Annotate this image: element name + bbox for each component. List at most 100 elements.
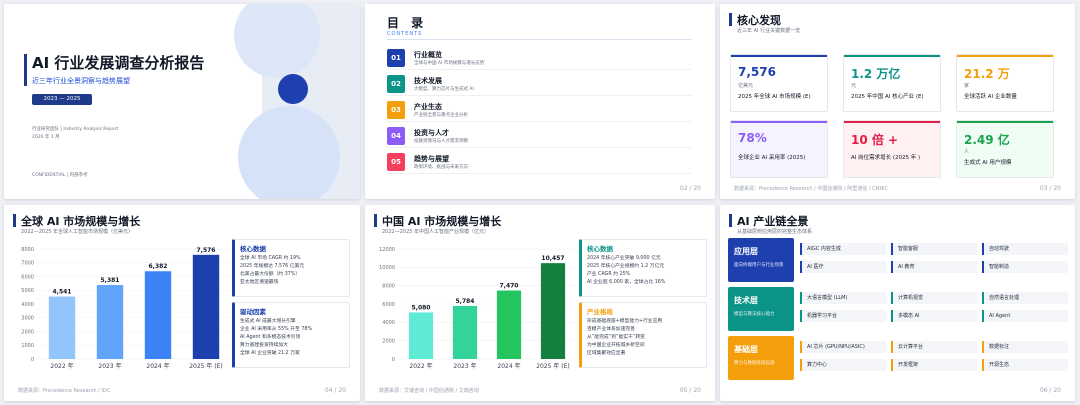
toc-item[interactable]: 01 行业概览 全球与中国 AI 市场规模与增长态势 (387, 46, 692, 70)
slide-key-findings[interactable]: 核心发现 近三年 AI 行业关键数据一览 数据来源：Precedence Res… (720, 4, 1075, 199)
chain-item: 开源生态 (982, 359, 1068, 371)
x-tick-label: 2024 年 (497, 362, 520, 370)
slide-global-market[interactable]: 全球 AI 市场规模与增长 2022—2025 年全球人工智能市场规模（亿美元）… (4, 205, 360, 401)
chain-item: 云计算平台 (891, 341, 977, 353)
report-title: AI 行业发展调查分析报告 (32, 54, 205, 72)
drivers-box: 驱动因素 生成式 AI 成最大增长引擎 企业 AI 采用率从 55% 升至 78%… (232, 302, 350, 368)
page-number: 04 / 20 (324, 387, 346, 394)
slide-subtitle: 近三年 AI 行业关键数据一览 (737, 28, 801, 34)
card-accent (844, 55, 940, 57)
slide-subtitle: 从基础层到应用层的完整生态体系 (737, 229, 813, 235)
layer-description: 模型与算法核心能力 (734, 312, 775, 317)
bullet-line: 为中国企业开拓城乡新空间 (587, 343, 645, 348)
bar-value-label: 5,381 (101, 277, 120, 284)
card-accent (731, 55, 827, 57)
slide-title: AI 产业链全景 (737, 215, 809, 228)
drivers-heading: 驱动因素 (240, 308, 266, 316)
layer-label[interactable]: 应用层 面向终端用户与行业场景 (728, 238, 794, 282)
chain-item: 智能制造 (982, 261, 1068, 273)
bar (496, 290, 522, 359)
decor-circle-top (234, 4, 320, 78)
toc-item[interactable]: 05 趋势与展望 政策环境、挑战与未来方向 (387, 150, 692, 174)
bullet-line: 区域集聚效应显著 (587, 351, 626, 356)
industry-pattern-lines: 形成基础底座+模型能力+行业应用 百模产业体系加速完善 从“能完成”到“能实干”转变… (587, 318, 701, 358)
title-accent-bar (729, 214, 732, 227)
chain-item: AI Agent (982, 310, 1068, 322)
layer-name: 技术层 (734, 296, 758, 305)
bullet-line: 2025 年核心产业规模约 1.2 万亿元 (587, 264, 665, 269)
bar (192, 254, 220, 359)
chain-item: 自然语言处理 (982, 292, 1068, 304)
toc-label: 技术发展 (414, 77, 442, 85)
core-data-box: 核心数据 全球 AI 市场 CAGR 约 19% 2025 年规模达 7,576 … (232, 239, 350, 297)
layer-label[interactable]: 技术层模型与算法核心能力 (728, 287, 794, 331)
core-data-box: 核心数据 2024 年核心产业突破 9,000 亿元 2025 年核心产业规模约 … (579, 239, 707, 297)
core-data-heading: 核心数据 (587, 245, 613, 253)
slide-industry-chain[interactable]: AI 产业链全景 从基础层到应用层的完整生态体系 06 / 20 应用层 面向终端… (720, 205, 1075, 401)
card-accent (731, 121, 827, 123)
y-tick-label: 4000 (21, 302, 34, 308)
card-unit: 元 (851, 83, 857, 89)
toc-description: 投融资情况与人才需求洞察 (414, 139, 468, 144)
x-tick-label: 2025 年 (E) (189, 362, 223, 370)
chain-item: 机器学习平台 (800, 310, 886, 322)
bar-value-label: 10,457 (541, 255, 564, 262)
slide-title: 全球 AI 市场规模与增长 (21, 215, 141, 228)
bar-value-label: 7,470 (500, 283, 519, 290)
y-tick-label: 3000 (21, 316, 34, 322)
toc-item[interactable]: 04 投资与人才 投融资情况与人才需求洞察 (387, 124, 692, 148)
chain-item: 多模态 AI (891, 310, 977, 322)
layer-description: 面向终端用户与行业场景 (734, 263, 784, 268)
bar (96, 285, 124, 359)
toc-label: 趋势与展望 (414, 155, 449, 163)
toc-label: 投资与人才 (414, 129, 449, 137)
card-accent (957, 121, 1053, 123)
toc-label: 行业概览 (414, 51, 442, 59)
slide-contents[interactable]: 目 录 CONTENTS 02 / 20 01 行业概览 全球与中国 AI 市场规模… (365, 4, 715, 199)
bullet-line: 从“能完成”到“能实干”转变 (587, 335, 645, 340)
core-data-heading: 核心数据 (240, 245, 266, 253)
layer-description: 算力与数据基础设施 (734, 361, 775, 366)
title-accent-bar (24, 54, 27, 86)
slide-subtitle: 2022—2025 年全球人工智能市场规模（亿美元） (21, 229, 134, 235)
finding-card: 1.2 万亿元 2025 年中国 AI 核心产业 (E) (843, 54, 941, 112)
chain-item: AI 教育 (891, 261, 977, 273)
finding-card: 10 倍 + AI 岗位需求增长 (2025 年 ) (843, 120, 941, 178)
china-market-bar-chart: 0 2000 4000 6000 8000 10000 12000 5,080 2022 年 5,… (379, 247, 575, 370)
report-date: 2026 年 1 月 (32, 135, 60, 140)
card-description: AI 岗位需求增长 (2025 年 ) (851, 155, 921, 161)
card-description: 2025 年全球 AI 市场规模 (E) (738, 94, 811, 100)
slide-cover[interactable]: AI 行业发展调查分析报告 近三年行业全景洞察与趋势展望 2023 — 2025… (4, 4, 360, 199)
chain-item: 计算机视觉 (891, 292, 977, 304)
chain-item: 智能客服 (891, 243, 977, 255)
toc-number-badge: 05 (387, 153, 405, 171)
card-description: 2025 年中国 AI 核心产业 (E) (851, 94, 924, 100)
org-line: 行业研究团队 | Industry Analysis Report (32, 127, 119, 132)
chain-item: AI 芯片 (GPU/NPU/ASIC) (800, 341, 886, 353)
page-number: 02 / 20 (679, 185, 701, 192)
industry-pattern-heading: 产业格局 (587, 308, 613, 316)
y-tick-label: 6000 (382, 302, 395, 308)
toc-item[interactable]: 03 产业生态 产业链全景与重点企业分析 (387, 98, 692, 122)
toc-item[interactable]: 02 技术发展 大模型、算力芯片与生成式 AI (387, 72, 692, 96)
global-market-bar-chart: 0 1000 2000 3000 4000 5000 6000 7000 8000 4,541 20… (21, 247, 230, 370)
chain-item: 开发框架 (891, 359, 977, 371)
data-source: 数据来源：Precedence Research / 中国信通院 / 阿里通信 … (734, 186, 889, 192)
slide-china-market[interactable]: 中国 AI 市场规模与增长 2022—2025 年中国人工智能产业规模（亿元） … (365, 205, 715, 401)
contents-title-en: CONTENTS (387, 31, 423, 37)
industry-pattern-box: 产业格局 形成基础底座+模型能力+行业应用 百模产业体系加速完善 从“能完成”到“能… (579, 302, 707, 368)
card-accent (844, 121, 940, 123)
layer-label[interactable]: 基础层 算力与数据基础设施 (728, 336, 794, 380)
y-tick-label: 2000 (382, 338, 395, 344)
bullet-line: 形成基础底座+模型能力+行业应用 (587, 319, 663, 324)
toc-description: 大模型、算力芯片与生成式 AI (414, 87, 474, 92)
x-tick-label: 2022 年 (409, 362, 432, 370)
bar-value-label: 7,576 (197, 247, 216, 254)
confidential-note: CONFIDENTIAL | 内部参考 (32, 173, 88, 178)
toc-label: 产业生态 (414, 103, 442, 111)
bar-value-label: 5,784 (456, 298, 475, 305)
y-tick-label: 0 (31, 357, 34, 363)
y-tick-label: 8000 (21, 247, 34, 253)
finding-card: 21.2 万家全球活跃 AI 企业数量 (956, 54, 1054, 112)
card-value: 1.2 万亿 (851, 67, 901, 81)
